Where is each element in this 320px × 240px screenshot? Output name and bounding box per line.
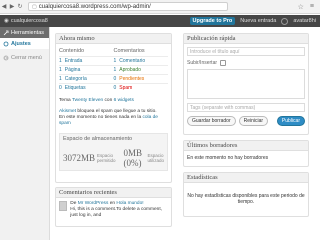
comment-on: en xyxy=(109,201,116,206)
right-now-widget: Ahora mismo Contenido Comentarios 1 Entra… xyxy=(55,33,172,183)
count[interactable]: 0 xyxy=(114,76,117,82)
sidebar-item-herramientas[interactable]: Herramientas xyxy=(0,27,49,38)
table-row: 0 Etiquetas 0 Spam xyxy=(59,83,168,92)
count[interactable]: 1 xyxy=(59,67,62,73)
tags-input[interactable]: Tags (separate with commas) xyxy=(187,103,305,112)
widget-title[interactable]: Comentarios recientes xyxy=(56,188,171,198)
address-bar[interactable]: ▢ cualquiercosa8.wordpress.com/wp-admin/ xyxy=(28,2,228,11)
theme-prefix: Tema xyxy=(59,98,71,103)
search-icon[interactable] xyxy=(281,17,289,25)
browser-toolbar: ◀ ▶ ↻ ▢ cualquiercosa8.wordpress.com/wp-… xyxy=(0,0,320,14)
avatar xyxy=(59,201,68,211)
stats-empty-message: No hay estadísticas disponibles para est… xyxy=(187,193,305,205)
collapse-icon xyxy=(3,55,9,61)
approved-link[interactable]: Aprobado xyxy=(119,67,141,73)
space-allowed-label-2: permitido xyxy=(97,158,116,163)
comments-column-header: Comentarios xyxy=(113,48,145,54)
settings-icon xyxy=(3,41,9,47)
site-name: cualquiercosa8 xyxy=(10,18,48,24)
count[interactable]: 1 xyxy=(59,76,62,82)
tags-link[interactable]: Etiquetas xyxy=(65,85,86,91)
count[interactable]: 1 xyxy=(114,67,117,73)
tools-icon xyxy=(3,30,9,36)
comment-prefix: De xyxy=(70,201,77,206)
comment-author-link[interactable]: Mr WordPress xyxy=(78,201,109,206)
new-post-link[interactable]: Nueva entrada xyxy=(240,18,276,24)
reload-icon[interactable]: ↻ xyxy=(16,3,24,10)
theme-info: Tema Twenty Eleven con 6 widgets xyxy=(56,92,171,103)
right-now-table: 1 Entrada 1 Comentario 1 Página 1 Aprobado 1… xyxy=(56,56,171,92)
content-column-header: Contenido xyxy=(59,48,85,54)
comments-link[interactable]: Comentario xyxy=(119,58,145,64)
list-item: De Mr WordPress en Hola mundo! Hi, this … xyxy=(56,198,171,222)
drafts-empty-message: En este momento no hay borradores xyxy=(187,155,269,161)
upload-label: Subir/Insertar xyxy=(187,60,218,66)
count[interactable]: 1 xyxy=(114,58,117,64)
count[interactable]: 0 xyxy=(114,85,117,91)
admin-bar-site[interactable]: ◉ cualquiercosa8 xyxy=(0,18,48,24)
pages-link[interactable]: Página xyxy=(65,67,81,73)
akismet-link[interactable]: Akismet xyxy=(59,109,76,114)
table-row: 1 Página 1 Aprobado xyxy=(59,65,168,74)
reset-button[interactable]: Reiniciar xyxy=(238,116,269,126)
storage-title: Espacio de almacenamiento xyxy=(63,136,133,142)
widget-title[interactable]: Últimos borradores xyxy=(184,141,308,151)
post-title-input[interactable]: Introduce el título aquí xyxy=(187,47,305,56)
bookmark-star-icon[interactable]: ☆ xyxy=(298,3,304,11)
akismet-text-2: En este momento no tienes nada en la xyxy=(59,115,142,120)
forward-icon[interactable]: ▶ xyxy=(8,3,16,10)
table-row: 1 Entrada 1 Comentario xyxy=(59,56,168,65)
post-content-textarea[interactable] xyxy=(187,69,305,99)
sidebar-item-ajustes[interactable]: Ajustes xyxy=(0,38,49,49)
widget-title[interactable]: Publicación rápida xyxy=(184,34,308,44)
sidebar-item-label: Ajustes xyxy=(11,40,31,47)
save-draft-button[interactable]: Guardar borrador xyxy=(187,116,236,126)
space-used-value: 0MB (0%) xyxy=(123,148,143,168)
theme-link[interactable]: Twenty Eleven xyxy=(72,98,103,103)
space-allowed: 3072MB Espacio permitido xyxy=(63,153,116,163)
upload-insert: Subir/Insertar xyxy=(187,60,305,66)
pending-link[interactable]: Pendientes xyxy=(119,76,144,82)
upgrade-button[interactable]: Upgrade to Pro xyxy=(189,17,236,25)
browser-menu-icon[interactable]: ≡ xyxy=(310,3,314,11)
table-row: 1 Categoría 0 Pendientes xyxy=(59,74,168,83)
widget-title[interactable]: Estadísticas xyxy=(184,173,308,183)
count[interactable]: 0 xyxy=(59,85,62,91)
space-used: 0MB (0%) Espacio utilizado xyxy=(124,148,164,168)
space-allowed-value: 3072MB xyxy=(63,153,96,163)
back-icon[interactable]: ◀ xyxy=(0,3,8,10)
recent-comments-widget: Comentarios recientes De Mr WordPress en… xyxy=(55,187,172,227)
recent-drafts-widget: Últimos borradores En este momento no ha… xyxy=(183,140,309,167)
sidebar-item-label: Herramientas xyxy=(11,29,45,36)
sidebar-collapse-menu[interactable]: Cerrar menú xyxy=(0,52,49,63)
quick-press-widget: Publicación rápida Introduce el título a… xyxy=(183,33,309,135)
dashboard-left-column: Ahora mismo Contenido Comentarios 1 Entra… xyxy=(55,33,172,227)
sidebar-item-label: Cerrar menú xyxy=(11,54,42,61)
url-text: cualquiercosa8.wordpress.com/wp-admin/ xyxy=(38,3,151,10)
count[interactable]: 1 xyxy=(59,58,62,64)
right-now-headers: Contenido Comentarios xyxy=(56,44,171,56)
space-used-label-2: utilizado xyxy=(147,158,164,163)
widget-title[interactable]: Ahora mismo xyxy=(56,34,171,44)
publish-button[interactable]: Publicar xyxy=(276,116,305,126)
akismet-info: Akismet bloquea el spam que llegue a tu … xyxy=(56,103,171,127)
theme-suffix: con xyxy=(104,98,113,103)
add-media-icon[interactable] xyxy=(220,60,227,66)
page-icon: ▢ xyxy=(32,3,37,10)
comment-post-link[interactable]: Hola mundo! xyxy=(116,201,143,206)
storage-panel: Espacio de almacenamiento 3072MB Espacio… xyxy=(59,133,168,171)
akismet-text: bloquea el spam que llegue a tu sitio. xyxy=(77,109,157,114)
dashboard-right-column: Publicación rápida Introduce el título a… xyxy=(183,33,309,217)
admin-sidebar: Herramientas Ajustes Cerrar menú xyxy=(0,27,50,240)
wordpress-logo-icon: ◉ xyxy=(4,18,9,24)
admin-bar: ◉ cualquiercosa8 Upgrade to Pro Nueva en… xyxy=(0,15,320,27)
posts-link[interactable]: Entrada xyxy=(65,58,83,64)
widgets-link[interactable]: 6 widgets xyxy=(114,98,134,103)
comment-excerpt: Hi, this is a comment.To delete a commen… xyxy=(70,207,163,218)
stats-widget: Estadísticas No hay estadísticas disponi… xyxy=(183,172,309,217)
categories-link[interactable]: Categoría xyxy=(65,76,87,82)
spam-link[interactable]: Spam xyxy=(119,85,132,91)
user-menu[interactable]: avatar8hi xyxy=(293,18,316,24)
